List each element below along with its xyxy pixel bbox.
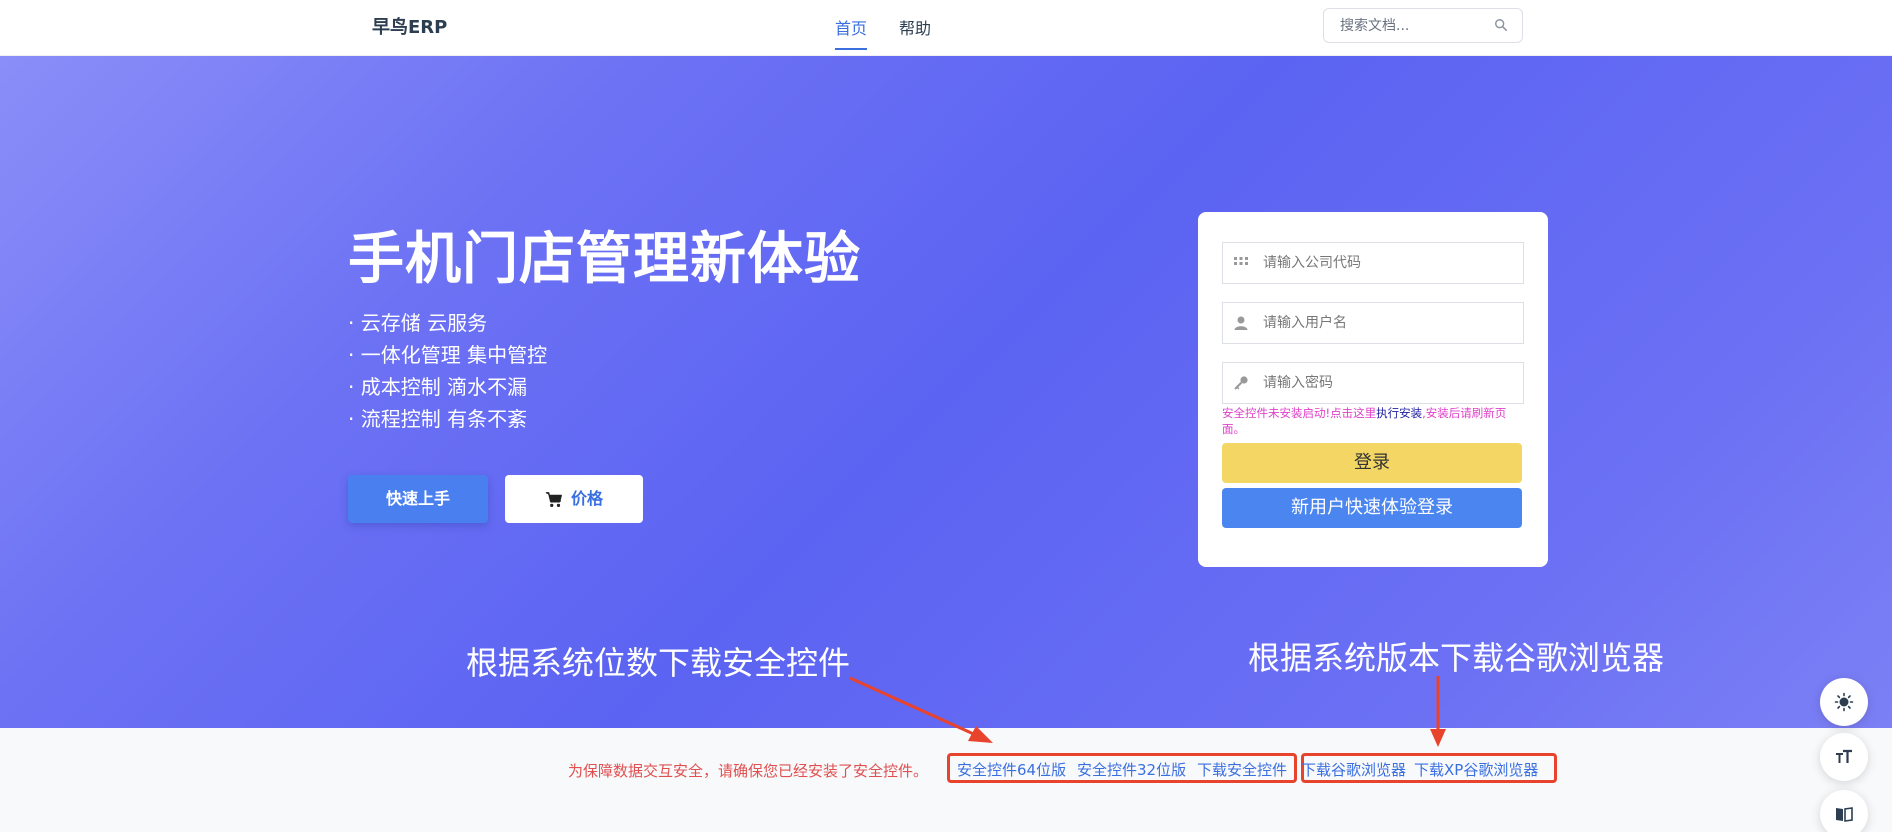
password-input[interactable] — [1263, 363, 1513, 403]
price-button[interactable]: 价格 — [505, 475, 643, 523]
download-chrome-link[interactable]: 下载谷歌浏览器 — [1301, 759, 1406, 780]
top-nav: 早鸟ERP 首页 帮助 — [0, 0, 1892, 56]
search-input[interactable] — [1340, 9, 1490, 42]
trial-login-button[interactable]: 新用户快速体验登录 — [1222, 488, 1522, 528]
read-mode-icon — [1836, 807, 1853, 822]
password-field — [1222, 362, 1524, 404]
download-control-32-link[interactable]: 安全控件32位版 — [1077, 759, 1186, 780]
theme-toggle-icon — [1834, 692, 1854, 712]
username-field — [1222, 302, 1524, 344]
security-notice: 安全控件未安装启动!点击这里执行安装,安装后请刷新页面。 — [1222, 405, 1527, 437]
font-size-icon — [1836, 749, 1852, 763]
font-size-button[interactable] — [1820, 733, 1868, 781]
download-xp-chrome-link[interactable]: 下载XP谷歌浏览器 — [1414, 759, 1538, 780]
grid-icon — [1234, 257, 1248, 265]
download-control-64-link[interactable]: 安全控件64位版 — [957, 759, 1066, 780]
company-code-input[interactable] — [1263, 243, 1513, 283]
read-mode-button[interactable] — [1820, 790, 1868, 832]
brand-logo[interactable]: 早鸟ERP — [372, 13, 447, 39]
search-box — [1323, 8, 1523, 43]
feature-item: · 一体化管理 集中管控 — [348, 343, 548, 367]
search-icon[interactable] — [1494, 18, 1508, 32]
notice-prefix: 安全控件未安装启动!点击这里 — [1222, 406, 1377, 420]
key-icon — [1234, 376, 1248, 390]
hero-title: 手机门店管理新体验 — [348, 227, 861, 292]
annotation-left: 根据系统位数下载安全控件 — [466, 644, 851, 682]
download-bar: 为保障数据交互安全，请确保您已经安装了安全控件。 安全控件64位版 安全控件32… — [0, 728, 1892, 832]
hero-section — [0, 56, 1892, 728]
quick-start-button[interactable]: 快速上手 — [348, 475, 488, 523]
nav-help[interactable]: 帮助 — [899, 15, 931, 39]
login-card: 安全控件未安装启动!点击这里执行安装,安装后请刷新页面。 登录 新用户快速体验登… — [1198, 212, 1548, 567]
nav-home[interactable]: 首页 — [835, 15, 868, 50]
security-message: 为保障数据交互安全，请确保您已经安装了安全控件。 — [568, 762, 929, 780]
feature-item: · 云存储 云服务 — [348, 311, 488, 335]
feature-item: · 流程控制 有条不紊 — [348, 407, 528, 431]
price-label: 价格 — [570, 489, 603, 508]
feature-list: · 云存储 云服务 · 一体化管理 集中管控 · 成本控制 滴水不漏 · 流程控… — [348, 310, 547, 438]
username-input[interactable] — [1263, 303, 1513, 343]
company-code-field — [1222, 242, 1524, 284]
cart-icon — [545, 491, 562, 507]
feature-item: · 成本控制 滴水不漏 — [348, 375, 528, 399]
login-button[interactable]: 登录 — [1222, 443, 1522, 483]
user-icon — [1234, 316, 1248, 330]
annotation-right: 根据系统版本下载谷歌浏览器 — [1248, 639, 1665, 677]
download-control-link[interactable]: 下载安全控件 — [1197, 759, 1287, 780]
install-link[interactable]: 执行安装 — [1376, 406, 1422, 420]
theme-toggle-button[interactable] — [1820, 678, 1868, 726]
